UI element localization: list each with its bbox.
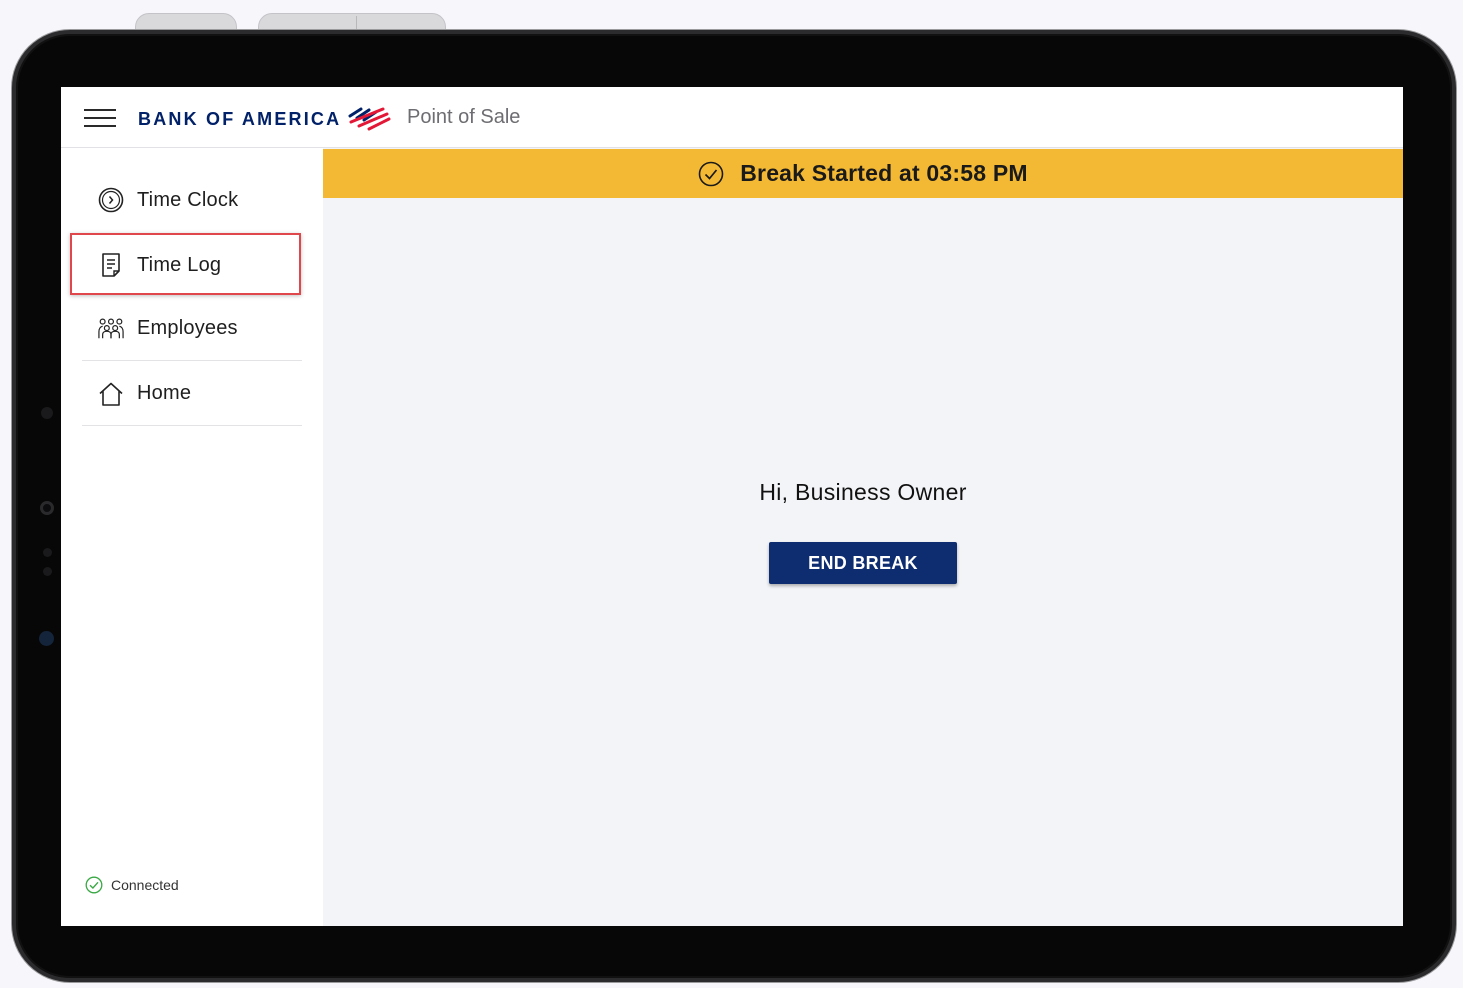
document-icon — [98, 252, 124, 278]
check-circle-icon — [698, 161, 724, 187]
banner-text: Break Started at 03:58 PM — [740, 160, 1028, 186]
flag-logo-icon — [348, 107, 391, 131]
check-circle-icon — [85, 876, 103, 894]
status-label: Connected — [111, 877, 179, 893]
camera-icon — [40, 501, 54, 515]
brand-name: BANK OF AMERICA — [138, 108, 342, 129]
sensor-dot — [39, 631, 54, 646]
sidebar: Time Clock Time Log Employees Home Conne… — [61, 148, 323, 926]
sidebar-item-label: Home — [137, 382, 192, 404]
clock-icon — [98, 187, 124, 213]
connection-status: Connected — [85, 876, 179, 894]
sidebar-item-employees[interactable]: Employees — [82, 297, 302, 361]
sensor-dot — [41, 407, 53, 419]
sensor-dot — [43, 548, 52, 557]
bank-logo: BANK OF AMERICA — [138, 104, 391, 134]
sidebar-item-label: Employees — [137, 317, 238, 339]
app-screen: BANK OF AMERICA Point of Sale Time Clock… — [61, 87, 1403, 926]
app-title: Point of Sale — [407, 106, 521, 128]
people-icon — [98, 316, 124, 342]
hamburger-icon[interactable] — [84, 109, 116, 127]
sidebar-item-label: Time Clock — [137, 188, 239, 211]
sensor-dot — [43, 567, 52, 576]
top-bar: BANK OF AMERICA Point of Sale — [61, 87, 1403, 148]
sidebar-item-home[interactable]: Home — [82, 362, 302, 426]
end-break-button[interactable]: END BREAK — [769, 542, 957, 584]
greeting-text: Hi, Business Owner — [759, 479, 967, 505]
status-banner: Break Started at 03:58 PM — [323, 149, 1403, 198]
sidebar-item-time-clock[interactable]: Time Clock — [82, 168, 302, 232]
home-icon — [98, 381, 124, 407]
sidebar-item-time-log[interactable]: Time Log — [82, 233, 302, 297]
sidebar-item-label: Time Log — [137, 253, 222, 276]
